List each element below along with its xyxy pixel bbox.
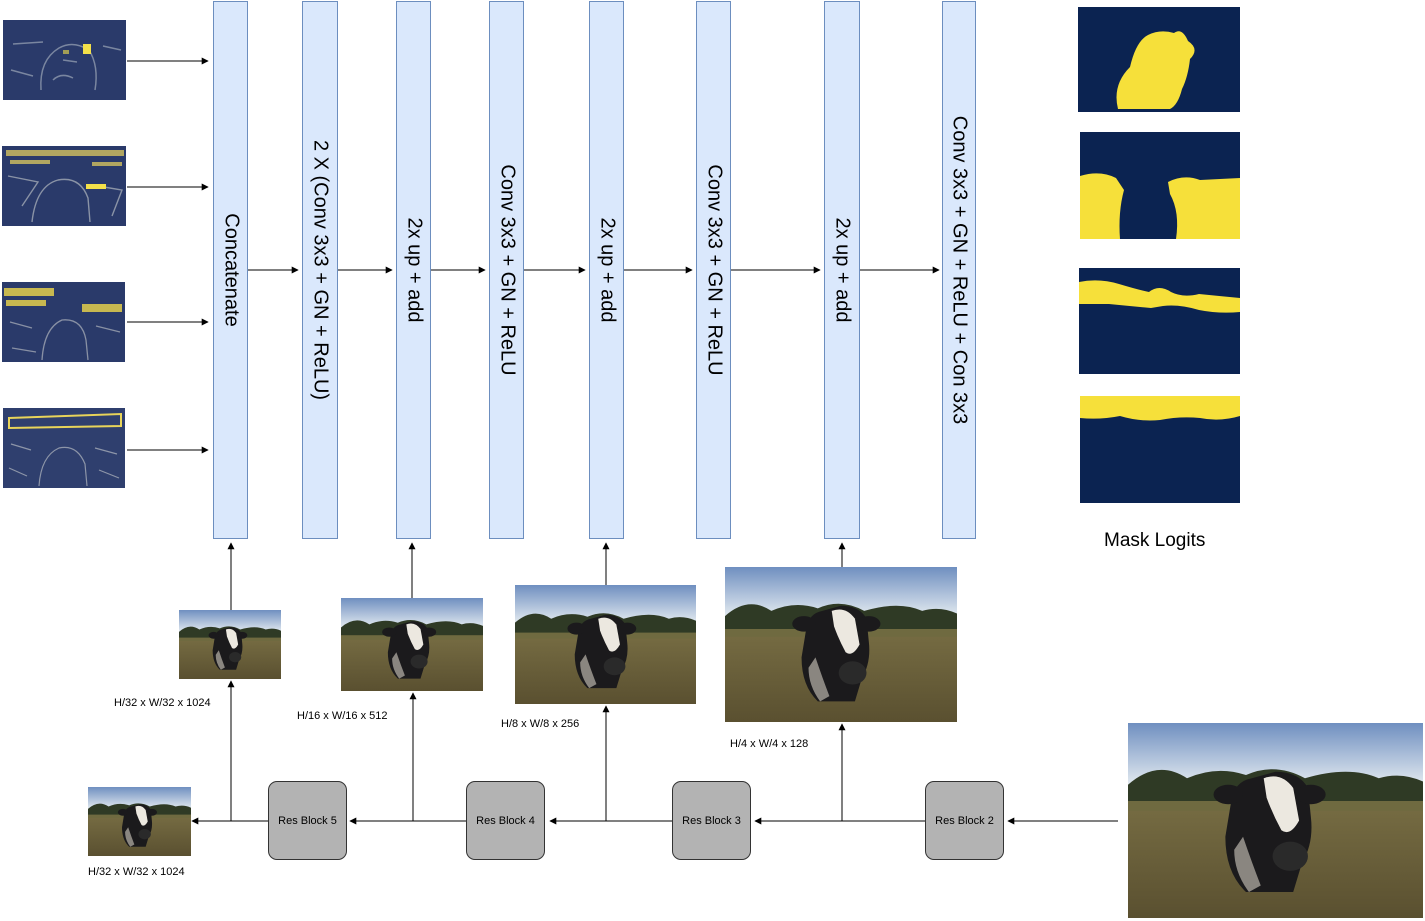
up-add-label-2: 2x up + add [596,217,618,323]
feature-map-3 [2,282,125,362]
conv-x2-label: 2 X (Conv 3x3 + GN + ReLU) [309,139,332,401]
res-block-3: Res Block 3 [672,781,751,860]
conv-block-1: Conv 3x3 + GN + ReLU [489,1,524,539]
res-block-3-label: Res Block 3 [682,814,741,827]
conv-x2-block: 2 X (Conv 3x3 + GN + ReLU) [302,1,338,539]
conv-label-2: Conv 3x3 + GN + ReLU [703,164,725,376]
conv-block-2: Conv 3x3 + GN + ReLU [696,1,731,539]
feature-image-h32 [179,610,281,679]
mask-logit-1 [1078,7,1240,112]
up-add-block-2: 2x up + add [589,1,624,539]
res-block-5-label: Res Block 5 [278,814,337,827]
up-add-label-1: 2x up + add [403,217,425,323]
feature-map-1 [3,20,126,100]
mask-logits-caption: Mask Logits [1104,530,1206,551]
mask-logit-3 [1079,268,1240,374]
caption-h16: H/16 x W/16 x 512 [297,710,388,722]
feature-map-2 [2,146,126,226]
mask-logit-2 [1080,132,1240,239]
res-block-4: Res Block 4 [466,781,545,860]
res-block-5: Res Block 5 [268,781,347,860]
up-add-label-3: 2x up + add [831,217,854,323]
feature-map-4 [3,408,125,488]
input-image [1128,723,1423,918]
caption-h32-bottom: H/32 x W/32 x 1024 [88,866,185,878]
feature-image-h16 [341,598,483,691]
concatenate-block: Concatenate [213,1,248,539]
feature-image-h4 [725,567,957,722]
final-conv-label: Conv 3x3 + GN + ReLU + Con 3x3 [948,115,971,425]
diagram-canvas: Concatenate 2 X (Conv 3x3 + GN + ReLU) 2… [0,0,1425,921]
res-block-4-label: Res Block 4 [476,814,535,827]
caption-h32-top: H/32 x W/32 x 1024 [114,697,211,709]
res-block-2: Res Block 2 [925,781,1004,860]
final-conv-block: Conv 3x3 + GN + ReLU + Con 3x3 [942,1,976,539]
mask-logit-4 [1080,396,1240,503]
concatenate-label: Concatenate [220,213,242,327]
feature-image-h8 [515,585,696,704]
output-image-h32 [88,787,191,856]
caption-h4: H/4 x W/4 x 128 [730,738,809,750]
res-block-2-label: Res Block 2 [935,814,994,827]
up-add-block-1: 2x up + add [396,1,431,539]
caption-h8: H/8 x W/8 x 256 [501,718,580,730]
conv-label-1: Conv 3x3 + GN + ReLU [496,164,518,376]
up-add-block-3: 2x up + add [824,1,860,539]
